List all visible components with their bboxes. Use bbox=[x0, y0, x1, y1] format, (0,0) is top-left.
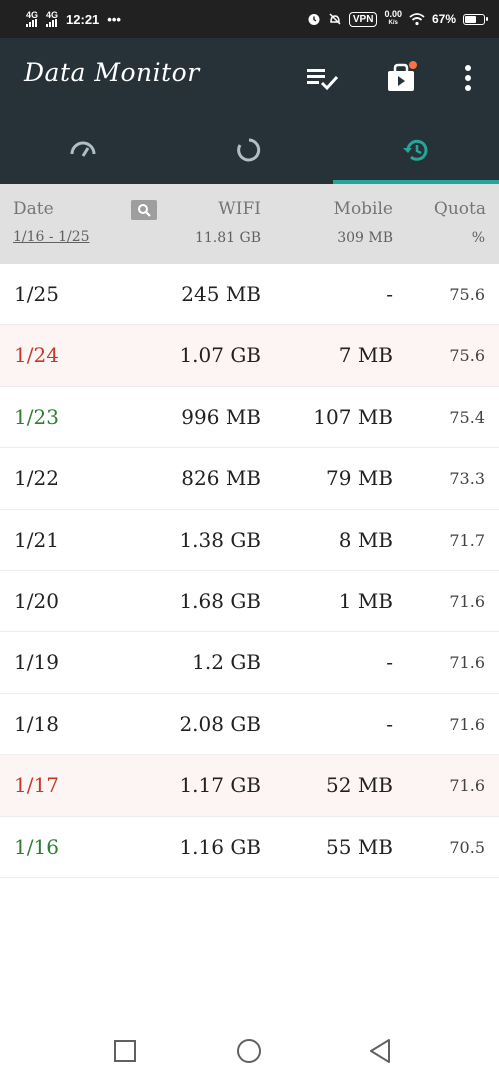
tab-usage[interactable] bbox=[166, 116, 332, 184]
row-quota: 71.6 bbox=[449, 653, 485, 673]
table-row[interactable]: 1/21 1.38 GB 8 MB 71.7 bbox=[0, 510, 499, 571]
row-mobile-usage: 7 MB bbox=[338, 343, 393, 368]
network-type-2: 4G bbox=[46, 10, 59, 20]
row-mobile-usage: 55 MB bbox=[326, 834, 393, 859]
mobile-total: 309 MB bbox=[337, 230, 393, 246]
battery-icon bbox=[463, 13, 488, 25]
row-mobile-usage: - bbox=[386, 282, 393, 306]
speedometer-icon bbox=[70, 141, 96, 157]
row-quota: 75.4 bbox=[449, 407, 485, 427]
date-range-link[interactable]: 1/16 - 1/25 bbox=[13, 229, 90, 245]
table-row[interactable]: 1/19 1.2 GB - 71.6 bbox=[0, 632, 499, 694]
quota-unit: % bbox=[471, 230, 485, 246]
history-icon bbox=[403, 139, 428, 161]
play-store-icon[interactable] bbox=[384, 61, 418, 95]
row-quota: 71.7 bbox=[449, 530, 485, 550]
table-row[interactable]: 1/25 245 MB - 75.6 bbox=[0, 264, 499, 326]
row-mobile-usage: 107 MB bbox=[313, 404, 393, 429]
back-icon[interactable] bbox=[367, 1038, 393, 1064]
refresh-circle-icon bbox=[237, 138, 261, 162]
search-button[interactable] bbox=[131, 200, 157, 220]
row-wifi-usage: 996 MB bbox=[181, 404, 261, 429]
row-date: 1/21 bbox=[14, 527, 59, 552]
wifi-total: 11.81 GB bbox=[194, 230, 261, 246]
row-date: 1/22 bbox=[14, 466, 59, 491]
row-wifi-usage: 1.17 GB bbox=[179, 773, 261, 798]
signal-icon: 4G bbox=[46, 11, 58, 27]
row-wifi-usage: 1.07 GB bbox=[179, 343, 261, 368]
quota-column-header: Quota bbox=[433, 199, 486, 219]
row-quota: 71.6 bbox=[449, 776, 485, 796]
row-date: 1/23 bbox=[14, 404, 59, 429]
more-vert-icon[interactable] bbox=[456, 61, 480, 95]
clock: 12:21 bbox=[66, 11, 100, 27]
table-row[interactable]: 1/20 1.68 GB 1 MB 71.6 bbox=[0, 571, 499, 633]
row-date: 1/24 bbox=[14, 343, 59, 368]
network-speed: 0.00 K/s bbox=[384, 9, 402, 27]
playlist-check-icon[interactable] bbox=[305, 61, 339, 95]
table-row[interactable]: 1/17 1.17 GB 52 MB 71.6 bbox=[0, 755, 499, 817]
app-title: Data Monitor bbox=[24, 58, 200, 87]
row-wifi-usage: 1.2 GB bbox=[192, 650, 261, 675]
navigation-bar bbox=[0, 1020, 499, 1080]
table-row[interactable]: 1/24 1.07 GB 7 MB 75.6 bbox=[0, 325, 499, 387]
usage-table: 1/25 245 MB - 75.6 1/24 1.07 GB 7 MB 75.6 1/23 99… bbox=[0, 264, 499, 878]
table-header: Date 1/16 - 1/25 WIFI 11.81 GB Mobile 30… bbox=[0, 184, 499, 264]
app-bar: Data Monitor bbox=[0, 38, 499, 116]
row-date: 1/19 bbox=[14, 650, 59, 675]
row-mobile-usage: 52 MB bbox=[326, 773, 393, 798]
status-bar: 4G 4G 12:21 ••• VPN 0.00 K/s 67% bbox=[0, 0, 499, 38]
row-date: 1/20 bbox=[14, 588, 59, 613]
date-column-header: Date bbox=[13, 199, 54, 219]
row-quota: 71.6 bbox=[449, 591, 485, 611]
row-quota: 70.5 bbox=[449, 837, 485, 857]
table-row[interactable]: 1/23 996 MB 107 MB 75.4 bbox=[0, 387, 499, 449]
wifi-column-header: WIFI bbox=[218, 199, 261, 219]
recent-apps-icon[interactable] bbox=[112, 1038, 138, 1064]
row-quota: 73.3 bbox=[449, 469, 485, 489]
more-notifications-icon: ••• bbox=[107, 11, 121, 27]
table-row[interactable]: 1/16 1.16 GB 55 MB 70.5 bbox=[0, 817, 499, 878]
row-wifi-usage: 1.68 GB bbox=[179, 588, 261, 613]
row-wifi-usage: 826 MB bbox=[181, 466, 261, 491]
vpn-badge: VPN bbox=[348, 11, 378, 27]
row-mobile-usage: 79 MB bbox=[326, 466, 393, 491]
battery-percent: 67% bbox=[431, 12, 456, 26]
row-mobile-usage: 1 MB bbox=[338, 588, 393, 613]
row-quota: 71.6 bbox=[449, 714, 485, 734]
wifi-icon bbox=[409, 12, 425, 25]
row-quota: 75.6 bbox=[449, 346, 485, 366]
row-date: 1/17 bbox=[14, 773, 59, 798]
row-date: 1/16 bbox=[14, 834, 59, 859]
row-wifi-usage: 1.38 GB bbox=[179, 527, 261, 552]
tab-speed[interactable] bbox=[0, 116, 166, 184]
row-quota: 75.6 bbox=[449, 285, 485, 304]
row-mobile-usage: - bbox=[386, 711, 393, 736]
table-row[interactable]: 1/22 826 MB 79 MB 73.3 bbox=[0, 448, 499, 510]
tab-bar bbox=[0, 116, 499, 184]
row-mobile-usage: - bbox=[386, 650, 393, 675]
search-icon bbox=[138, 204, 151, 217]
row-mobile-usage: 8 MB bbox=[338, 527, 393, 552]
home-icon[interactable] bbox=[236, 1038, 262, 1064]
row-wifi-usage: 2.08 GB bbox=[179, 711, 261, 736]
row-wifi-usage: 1.16 GB bbox=[179, 834, 261, 859]
alarm-icon bbox=[308, 14, 320, 25]
row-wifi-usage: 245 MB bbox=[181, 282, 261, 306]
row-date: 1/18 bbox=[14, 711, 59, 736]
do-not-disturb-icon bbox=[329, 13, 341, 25]
network-type-1: 4G bbox=[26, 10, 39, 20]
mobile-column-header: Mobile bbox=[333, 199, 393, 219]
table-row[interactable]: 1/18 2.08 GB - 71.6 bbox=[0, 694, 499, 756]
row-date: 1/25 bbox=[14, 282, 59, 306]
signal-icon: 4G bbox=[26, 11, 38, 27]
tab-history[interactable] bbox=[333, 116, 499, 184]
